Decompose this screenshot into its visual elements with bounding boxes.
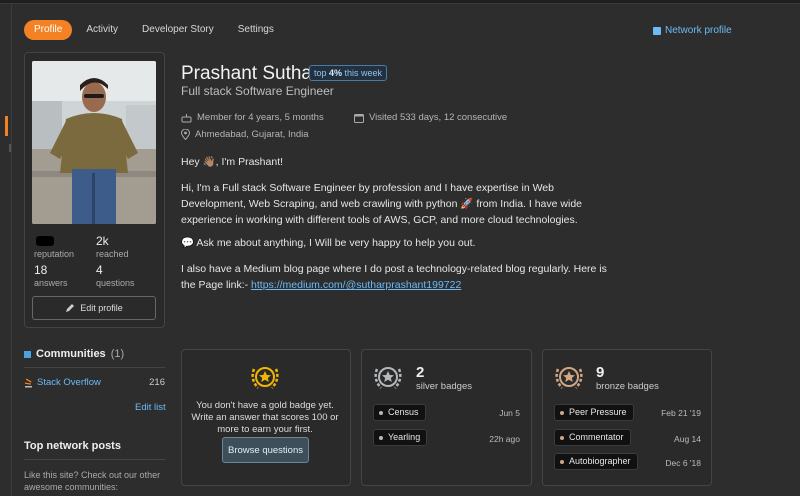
tab-settings[interactable]: Settings: [228, 20, 284, 40]
reputation-value-redacted: [36, 236, 54, 246]
location-text: Ahmedabad, Gujarat, India: [195, 129, 309, 140]
silver-badge-label: silver badges: [416, 381, 472, 392]
bronze-badge-count: 9: [596, 364, 605, 381]
bronze-badge-label: bronze badges: [596, 381, 659, 392]
badge-commentator[interactable]: Commentator: [554, 429, 631, 446]
questions-value: 4: [96, 263, 103, 277]
badge-date: Feb 21 '19: [661, 408, 701, 418]
reputation-label: reputation: [34, 249, 75, 259]
reached-label: reached: [96, 249, 129, 259]
questions-label: questions: [96, 278, 135, 288]
silver-badge-count: 2: [416, 364, 425, 381]
top-percent-badge[interactable]: top 4% this week: [309, 65, 388, 81]
member-for: Member for 4 years, 5 months: [181, 112, 324, 123]
cake-icon: [181, 113, 192, 122]
location-pin-icon: [181, 129, 190, 140]
tab-profile[interactable]: Profile: [24, 20, 73, 40]
stack-exchange-icon: [24, 350, 31, 358]
badge-date: 22h ago: [489, 434, 520, 444]
edit-profile-label: Edit profile: [80, 303, 123, 313]
badge-yearling[interactable]: Yearling: [373, 429, 428, 446]
calendar-icon: [354, 113, 364, 123]
avatar[interactable]: [32, 61, 156, 224]
pencil-icon: [66, 304, 75, 312]
badge-name: Census: [388, 407, 419, 417]
user-name: Prashant Suthar: [181, 63, 319, 84]
member-for-text: Member for 4 years, 5 months: [197, 112, 324, 123]
edit-profile-button[interactable]: Edit profile: [32, 296, 156, 320]
silver-badge-icon: [371, 361, 405, 396]
about-medium: I also have a Medium blog page where I d…: [181, 261, 611, 293]
silver-dot: [379, 435, 383, 440]
community-item[interactable]: Stack Overflow 216: [24, 377, 165, 388]
profile-tabs: Profile Activity Developer Story Setting…: [24, 20, 284, 40]
top-badge-suffix: this week: [342, 68, 383, 78]
network-profile-label: Network profile: [665, 25, 732, 36]
medium-link[interactable]: https://medium.com/@sutharprashant199722: [251, 279, 461, 291]
answers-value: 18: [34, 263, 48, 277]
rail-active-marker: [5, 116, 8, 136]
browse-questions-button[interactable]: Browse questions: [222, 437, 309, 463]
silver-dot: [379, 410, 383, 415]
badge-name: Peer Pressure: [569, 407, 627, 417]
divider: [24, 367, 165, 368]
visited: Visited 533 days, 12 consecutive: [354, 112, 507, 123]
divider: [24, 459, 165, 460]
badge-date: Dec 6 '18: [665, 458, 701, 468]
badge-autobiographer[interactable]: Autobiographer: [554, 453, 638, 470]
about-greeting: Hey 👋🏽, I'm Prashant!: [181, 156, 284, 168]
stack-overflow-icon: [24, 377, 32, 387]
top-badge-prefix: top: [314, 68, 330, 78]
reached-value: 2k: [96, 234, 109, 248]
badge-date: Aug 14: [674, 434, 701, 444]
stack-exchange-icon: [653, 26, 661, 35]
like-site-text: Like this site? Check out our other awes…: [24, 470, 161, 492]
user-title: Full stack Software Engineer: [181, 84, 334, 98]
gold-badge-icon: [248, 361, 282, 396]
bronze-dot: [560, 459, 564, 464]
about-intro: Hi, I'm a Full stack Software Engineer b…: [181, 182, 582, 226]
community-name: Stack Overflow: [37, 377, 101, 388]
location: Ahmedabad, Gujarat, India: [181, 129, 309, 140]
no-gold-badge-text: You don't have a gold badge yet. Write a…: [191, 400, 339, 435]
tab-developer-story[interactable]: Developer Story: [132, 20, 224, 40]
top-network-posts-heading: Top network posts: [24, 440, 121, 452]
top-badge-pct: 4%: [329, 68, 343, 78]
bronze-badge-icon: [552, 361, 586, 396]
network-profile-link[interactable]: Network profile: [653, 25, 732, 36]
tab-activity[interactable]: Activity: [76, 20, 128, 40]
answers-label: answers: [34, 278, 68, 288]
communities-title: Communities: [36, 348, 106, 360]
badge-peer-pressure[interactable]: Peer Pressure: [554, 404, 634, 421]
communities-count: (1): [110, 348, 125, 360]
communities-heading: Communities (1): [24, 348, 124, 360]
avatar-photo: [32, 61, 156, 224]
badge-name: Commentator: [569, 432, 624, 442]
badge-census[interactable]: Census: [373, 404, 426, 421]
badge-name: Autobiographer: [569, 456, 631, 466]
badge-date: Jun 5: [499, 408, 520, 418]
bronze-dot: [560, 435, 564, 440]
left-rail: [0, 4, 12, 496]
visited-text: Visited 533 days, 12 consecutive: [369, 112, 508, 123]
top-bar: [0, 0, 800, 4]
community-rep: 216: [149, 377, 165, 388]
edit-list-link[interactable]: Edit list: [135, 402, 166, 413]
about-ask: 💬 Ask me about anything, I Will be very …: [181, 237, 476, 249]
bronze-dot: [560, 410, 564, 415]
badge-name: Yearling: [388, 432, 421, 442]
rail-dot: [9, 144, 11, 152]
